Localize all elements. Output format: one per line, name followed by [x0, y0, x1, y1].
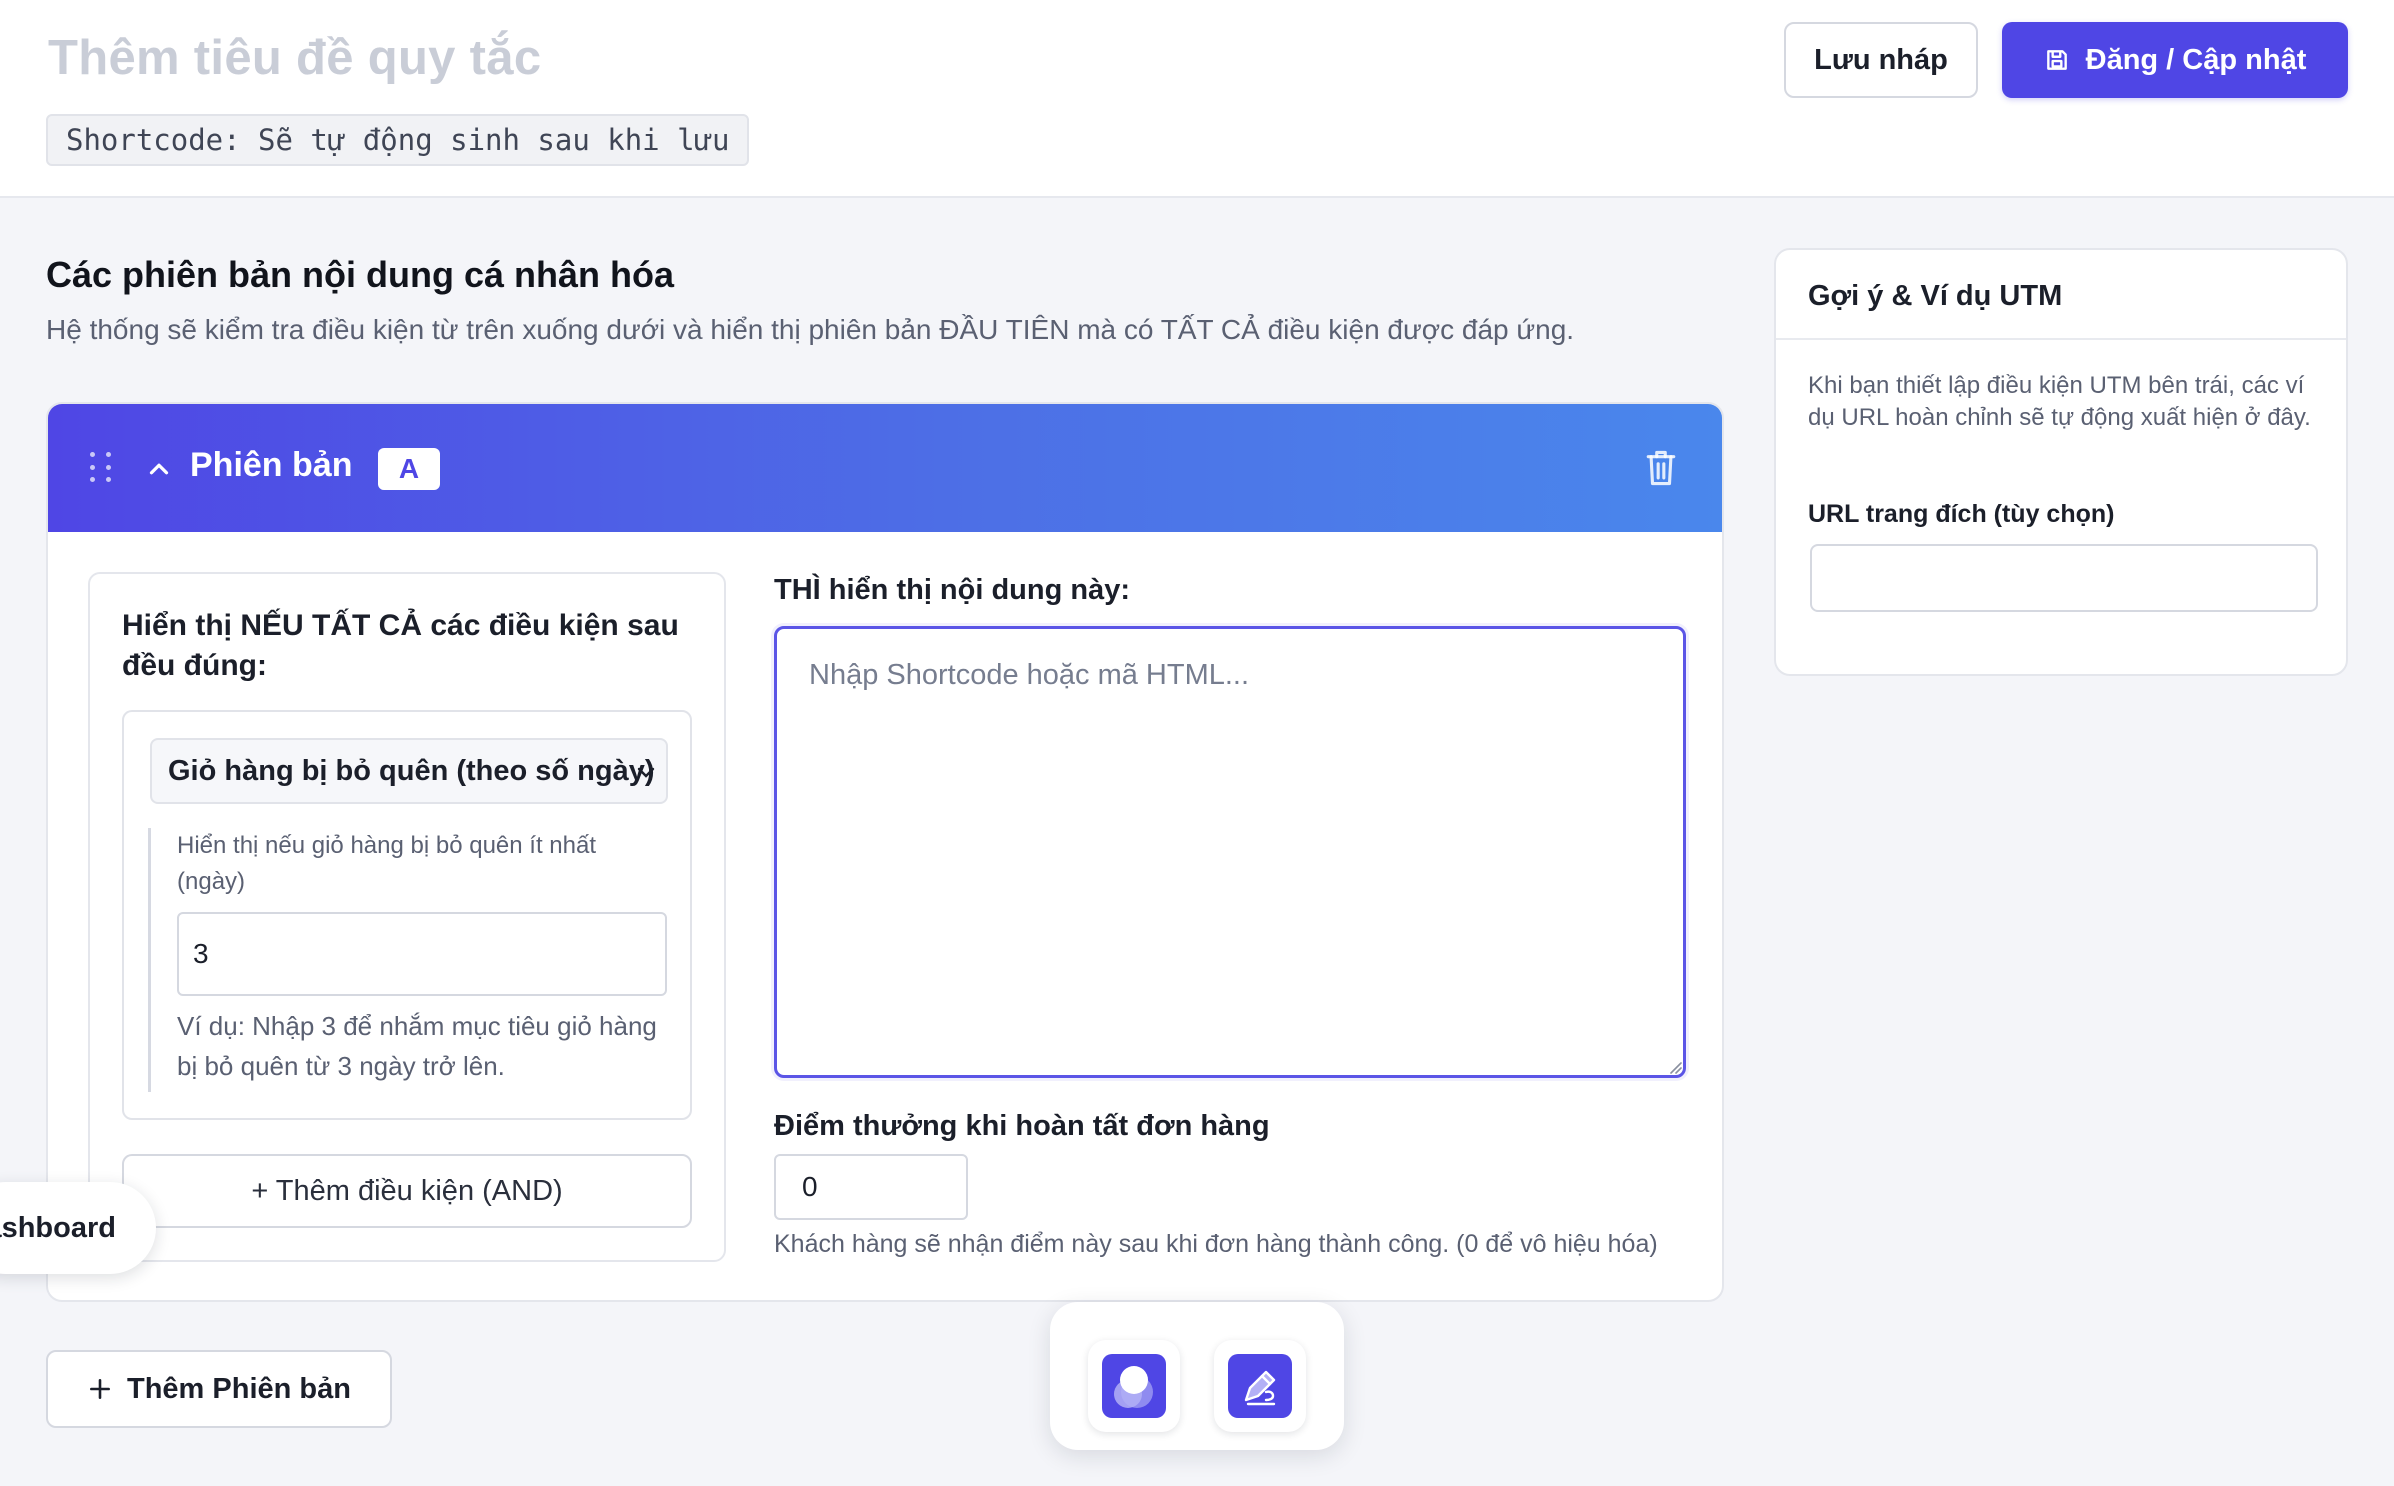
chevron-down-icon [637, 767, 655, 778]
landing-url-input[interactable] [1810, 544, 2318, 612]
conditions-panel: Hiển thị NẾU TẤT CẢ các điều kiện sau đề… [88, 572, 726, 1262]
plus-icon [90, 1379, 110, 1399]
condition-hint: Ví dụ: Nhập 3 để nhắm mục tiêu giỏ hàng … [177, 1011, 657, 1081]
rule-title-input[interactable]: Thêm tiêu đề quy tắc [48, 30, 541, 86]
shortcode-label: Shortcode: Sẽ tự động sinh sau khi lưu [46, 114, 750, 166]
reward-points-label: Điểm thưởng khi hoàn tất đơn hàng [774, 1110, 1270, 1142]
trash-icon[interactable] [1644, 448, 1678, 488]
variant-badge: A [378, 448, 440, 490]
dock-item-profile[interactable] [1088, 1340, 1180, 1432]
condition-detail: Hiển thị nếu giỏ hàng bị bỏ quên ít nhất… [148, 828, 668, 1092]
content-label: THÌ hiển thị nội dung này: [774, 574, 1131, 606]
save-draft-label: Lưu nháp [1814, 43, 1948, 76]
section-description: Hệ thống sẽ kiểm tra điều kiện từ trên x… [46, 314, 1575, 345]
abandoned-days-input[interactable] [177, 912, 667, 996]
conditions-heading: Hiển thị NẾU TẤT CẢ các điều kiện sau đề… [122, 609, 679, 682]
condition-field-label: Hiển thị nếu giỏ hàng bị bỏ quên ít nhất… [177, 832, 596, 895]
chevron-up-icon[interactable] [144, 454, 174, 484]
add-condition-label: + Thêm điều kiện (AND) [251, 1174, 563, 1207]
content-textarea[interactable] [774, 626, 1686, 1078]
resize-grip-icon[interactable] [1666, 1058, 1682, 1074]
section-title: Các phiên bản nội dung cá nhân hóa [46, 254, 675, 295]
floating-dock [1050, 1302, 1344, 1450]
condition-box: Giỏ hàng bị bỏ quên (theo số ngày) Hiển … [122, 710, 692, 1120]
user-avatar-icon [1102, 1354, 1166, 1418]
save-draft-button[interactable]: Lưu nháp [1784, 22, 1978, 98]
add-variant-button[interactable]: Thêm Phiên bản [46, 1350, 392, 1428]
utm-suggestions-card: Gợi ý & Ví dụ UTM Khi bạn thiết lập điều… [1774, 248, 2348, 676]
dashboard-label: Dashboard [0, 1211, 116, 1244]
pen-icon [1228, 1354, 1292, 1418]
landing-url-label: URL trang đích (tùy chọn) [1808, 500, 2115, 528]
card-divider [1776, 338, 2346, 340]
dock-item-editor[interactable] [1214, 1340, 1306, 1432]
add-condition-button[interactable]: + Thêm điều kiện (AND) [122, 1154, 692, 1228]
variant-card: Phiên bản A Hiển thị NẾU TẤT CẢ các điều… [46, 402, 1724, 1302]
utm-card-title: Gợi ý & Ví dụ UTM [1808, 280, 2063, 312]
condition-type-value: Giỏ hàng bị bỏ quên (theo số ngày) [168, 755, 655, 787]
top-bar: Thêm tiêu đề quy tắc Shortcode: Sẽ tự độ… [0, 0, 2394, 198]
save-icon [2046, 50, 2067, 70]
variant-header[interactable]: Phiên bản A [48, 404, 1722, 532]
publish-label: Đăng / Cập nhật [2085, 43, 2307, 76]
reward-points-hint: Khách hàng sẽ nhận điểm này sau khi đơn … [774, 1230, 1658, 1258]
dashboard-button[interactable]: Dashboard [0, 1182, 156, 1274]
condition-type-select[interactable]: Giỏ hàng bị bỏ quên (theo số ngày) [150, 738, 668, 804]
publish-button[interactable]: Đăng / Cập nhật [2002, 22, 2348, 98]
add-variant-label: Thêm Phiên bản [127, 1372, 351, 1405]
utm-card-description: Khi bạn thiết lập điều kiện UTM bên trái… [1808, 372, 2311, 431]
drag-handle-icon[interactable] [90, 452, 114, 484]
reward-points-input[interactable] [774, 1154, 968, 1220]
variant-label: Phiên bản [190, 446, 353, 484]
